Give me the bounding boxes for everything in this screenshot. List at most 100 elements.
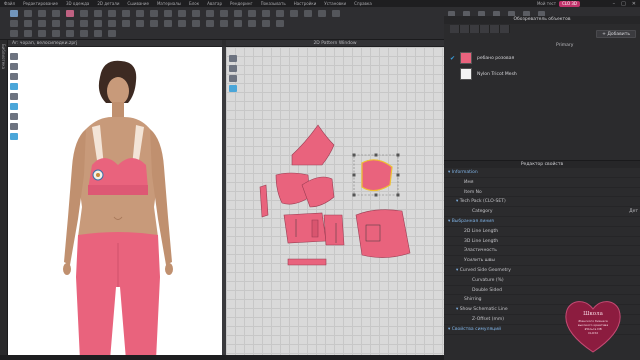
close-icon[interactable]: ✕	[632, 1, 636, 7]
dart-tool-icon[interactable]	[150, 10, 158, 17]
pattern-display-icon[interactable]	[94, 30, 102, 37]
view-options-icon[interactable]	[108, 30, 116, 37]
fabric-item[interactable]: ✔ ребано розовая	[450, 51, 514, 65]
polygon-tool-icon[interactable]	[94, 10, 102, 17]
notch-icon[interactable]	[220, 20, 228, 27]
menu-3d-garment[interactable]: 3D одежда	[66, 1, 89, 6]
segment-sewing-icon[interactable]	[178, 10, 186, 17]
flatten-icon[interactable]	[52, 20, 60, 27]
texture-tool-icon[interactable]	[206, 10, 214, 17]
menu-preferences[interactable]: Установки	[324, 1, 346, 6]
puckering-tool-icon[interactable]	[304, 10, 312, 17]
menu-help[interactable]: Справка	[354, 1, 372, 6]
render-toggle-icon[interactable]	[10, 133, 18, 140]
menu-block[interactable]: Блок	[189, 1, 199, 6]
property-value[interactable]: Дет	[629, 207, 638, 217]
menu-edit[interactable]: Редактирование	[23, 1, 58, 6]
menu-sewing[interactable]: Сшивание	[127, 1, 149, 6]
fabric-tab-icon[interactable]	[450, 25, 460, 33]
pin-display-icon[interactable]	[108, 20, 116, 27]
snapshot-icon[interactable]	[262, 20, 270, 27]
trace-icon[interactable]	[234, 20, 242, 27]
topstitch-tab-icon[interactable]	[480, 25, 490, 33]
measure-toggle-icon[interactable]	[10, 113, 18, 120]
seam-tool-icon[interactable]	[164, 10, 172, 17]
wireframe-icon[interactable]	[38, 30, 46, 37]
avatar-toggle-icon[interactable]	[10, 63, 18, 70]
property-row[interactable]: Усилить швы	[444, 256, 640, 266]
free-sewing-icon[interactable]	[192, 10, 200, 17]
2d-display-icon[interactable]	[229, 55, 237, 62]
property-row[interactable]: Category Дет	[444, 207, 640, 217]
garment-toggle-icon[interactable]	[10, 83, 18, 90]
fabric-toggle-icon[interactable]	[10, 103, 18, 110]
symmetry-icon[interactable]	[178, 20, 186, 27]
select-tool-icon[interactable]	[10, 10, 18, 17]
2d-grid-icon[interactable]	[229, 75, 237, 82]
account-area[interactable]: Мой тест CLO 3D	[537, 0, 580, 7]
ellipse-tool-icon[interactable]	[122, 10, 130, 17]
grid-toggle-icon[interactable]	[150, 20, 158, 27]
fabric-item[interactable]: Nylon Tricot Mesh	[450, 67, 517, 81]
property-row[interactable]: ▾ Curved Side Geometry	[444, 266, 640, 276]
display-mode-icon[interactable]	[10, 30, 18, 37]
menu-materials[interactable]: Материалы	[157, 1, 181, 6]
property-row[interactable]: Item No	[444, 188, 640, 198]
graphic-tab-icon[interactable]	[490, 25, 500, 33]
rectangle-tool-icon[interactable]	[108, 10, 116, 17]
strain-map-icon[interactable]	[122, 20, 130, 27]
button-tool-icon[interactable]	[234, 10, 242, 17]
property-row[interactable]: ▾ Tech Pack (CLO-SET)	[444, 197, 640, 208]
simulate-icon[interactable]	[66, 10, 74, 17]
redo-icon[interactable]	[24, 20, 32, 27]
video-capture-icon[interactable]	[276, 20, 284, 27]
property-row[interactable]: 2D Line Length	[444, 227, 640, 237]
maximize-icon[interactable]: □	[621, 1, 626, 7]
fit-map-icon[interactable]	[136, 20, 144, 27]
move-tool-icon[interactable]	[24, 10, 32, 17]
internal-line-icon[interactable]	[136, 10, 144, 17]
property-row[interactable]: Double Sided	[444, 286, 640, 296]
menu-2d-pattern[interactable]: 2D детали	[97, 1, 119, 6]
menu-render[interactable]: Рендеринг	[230, 1, 253, 6]
seam-display-icon[interactable]	[94, 20, 102, 27]
undo-icon[interactable]	[10, 20, 18, 27]
buttonhole-tab-icon[interactable]	[470, 25, 480, 33]
measure-tool-icon[interactable]	[262, 10, 270, 17]
avatar-visibility-icon[interactable]	[66, 20, 74, 27]
graphic-tool-icon[interactable]	[220, 10, 228, 17]
texture-display-icon[interactable]	[80, 20, 88, 27]
light-icon[interactable]	[66, 30, 74, 37]
menu-avatar[interactable]: Аватар	[207, 1, 222, 6]
property-section[interactable]: ▾ Information	[444, 168, 640, 178]
xray-icon[interactable]	[52, 30, 60, 37]
property-row[interactable]: Эластичность	[444, 246, 640, 257]
library-tab[interactable]: Библиотека	[1, 44, 6, 69]
property-row[interactable]: Имя	[444, 178, 640, 188]
arrangement-toggle-icon[interactable]	[10, 123, 18, 130]
texture-toggle-icon[interactable]	[10, 73, 18, 80]
topstitch-tool-icon[interactable]	[290, 10, 298, 17]
pattern-tool-icon[interactable]	[80, 10, 88, 17]
baseline-icon[interactable]	[164, 20, 172, 27]
button-tab-icon[interactable]	[460, 25, 470, 33]
camera-tool-icon[interactable]	[332, 10, 340, 17]
menu-settings[interactable]: Настройки	[294, 1, 317, 6]
minimize-icon[interactable]: –	[613, 1, 616, 7]
display-toggle-icon[interactable]	[10, 53, 18, 60]
3d-garment-window[interactable]	[8, 47, 222, 360]
2d-layers-icon[interactable]	[229, 65, 237, 72]
shading-icon[interactable]	[24, 30, 32, 37]
annotation-tool-icon[interactable]	[276, 10, 284, 17]
fold-tool-icon[interactable]	[52, 10, 60, 17]
add-button[interactable]: + Добавить	[596, 30, 636, 38]
zipper-tool-icon[interactable]	[248, 10, 256, 17]
stitch-toggle-icon[interactable]	[10, 93, 18, 100]
pin-tool-icon[interactable]	[38, 10, 46, 17]
2d-pattern-icon[interactable]	[229, 85, 237, 92]
offset-icon[interactable]	[206, 20, 214, 27]
trim-tab-icon[interactable]	[500, 25, 510, 33]
fold-arrangement-icon[interactable]	[248, 20, 256, 27]
unfold-icon[interactable]	[192, 20, 200, 27]
property-row[interactable]: Curvature (%)	[444, 276, 640, 286]
